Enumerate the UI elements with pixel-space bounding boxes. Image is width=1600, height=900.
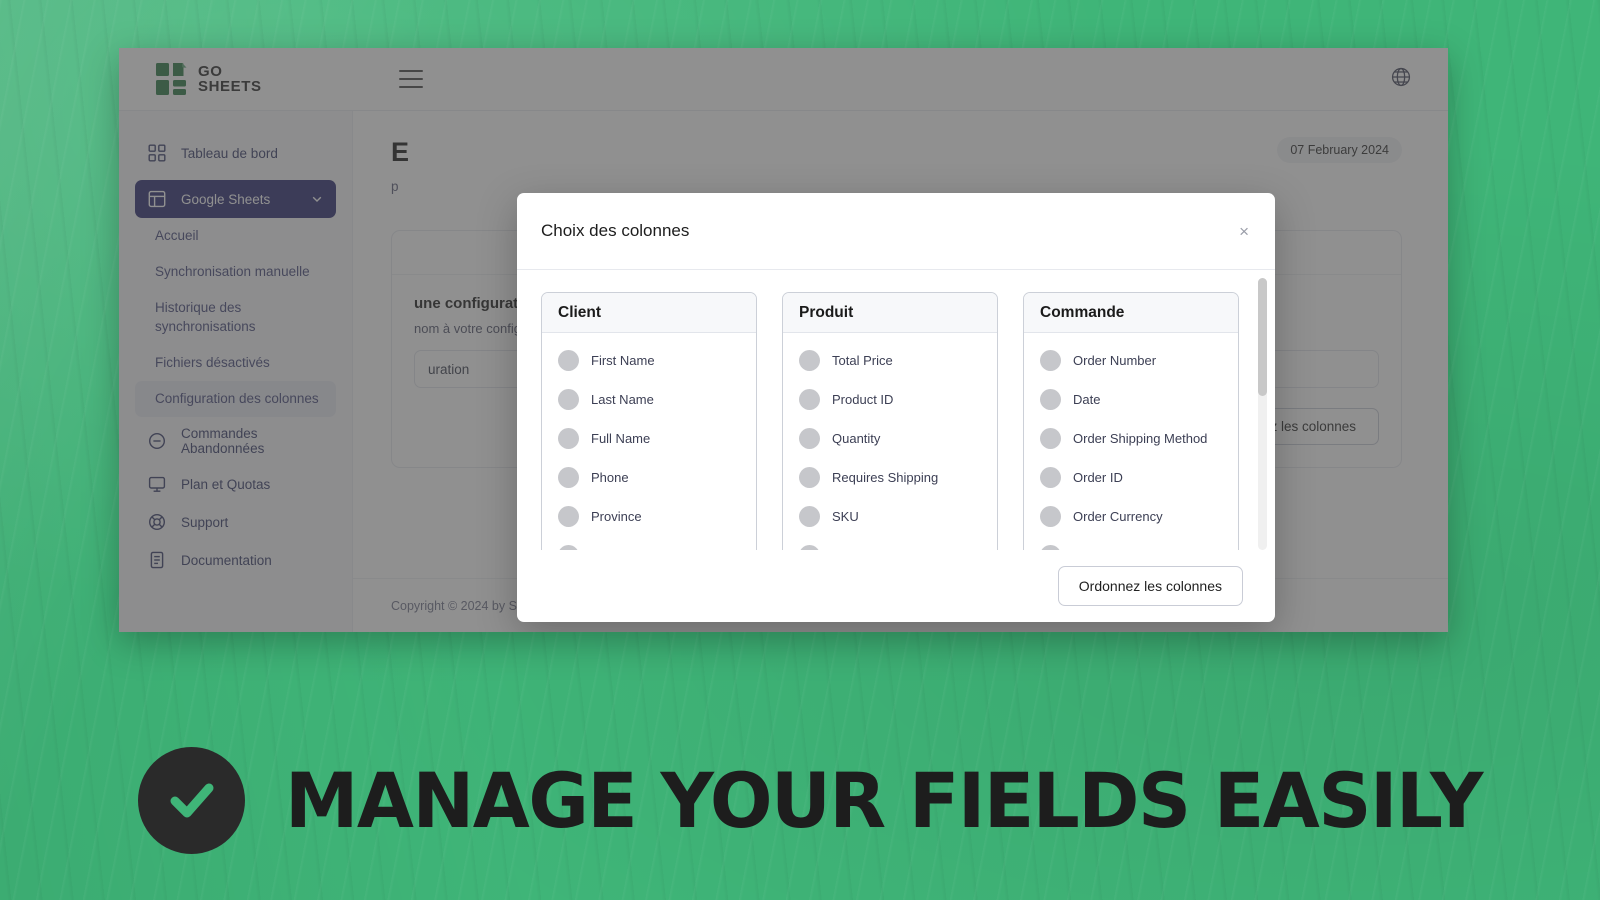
app-window: GO SHEETS Tableau de	[119, 48, 1448, 632]
field-label: Order Currency	[1073, 509, 1163, 524]
field-label: Total Price	[832, 353, 893, 368]
modal-header: Choix des colonnes ×	[517, 193, 1275, 270]
field-row[interactable]: Order Number	[1024, 341, 1238, 380]
field-toggle-icon[interactable]	[558, 467, 579, 488]
field-row[interactable]: Date	[1024, 380, 1238, 419]
column-group-title: Produit	[783, 293, 997, 333]
field-label: Quantity	[832, 431, 881, 446]
field-row[interactable]: First Name	[542, 341, 756, 380]
field-row[interactable]: Title (Product)	[783, 536, 997, 550]
field-row[interactable]: Order Currency	[1024, 497, 1238, 536]
field-label: First Name	[591, 353, 655, 368]
order-columns-button[interactable]: Ordonnez les colonnes	[1057, 566, 1243, 606]
field-toggle-icon[interactable]	[1040, 428, 1061, 449]
field-label: Requires Shipping	[832, 470, 939, 485]
field-label: Order ID	[1073, 470, 1123, 485]
field-label: Full Name	[591, 431, 651, 446]
field-toggle-icon[interactable]	[558, 545, 579, 550]
field-label: Province Code	[591, 548, 676, 550]
field-toggle-icon[interactable]	[558, 389, 579, 410]
field-toggle-icon[interactable]	[1040, 545, 1061, 550]
field-row[interactable]: SKU	[783, 497, 997, 536]
field-toggle-icon[interactable]	[799, 506, 820, 527]
field-row[interactable]: Phone	[542, 458, 756, 497]
modal-footer: Ordonnez les colonnes	[517, 550, 1275, 622]
field-toggle-icon[interactable]	[558, 350, 579, 371]
field-row[interactable]: Full Name	[542, 419, 756, 458]
field-toggle-icon[interactable]	[1040, 506, 1061, 527]
field-toggle-icon[interactable]	[799, 467, 820, 488]
field-row[interactable]: Requires Shipping	[783, 458, 997, 497]
column-group-fields: First Name Last Name Full Name Phone Pro…	[542, 333, 756, 550]
close-icon[interactable]: ×	[1237, 219, 1251, 244]
field-toggle-icon[interactable]	[1040, 389, 1061, 410]
field-toggle-icon[interactable]	[799, 428, 820, 449]
field-toggle-icon[interactable]	[1040, 350, 1061, 371]
column-group-client: Client First Name Last Name Full Name Ph…	[541, 292, 757, 550]
field-label: SKU	[832, 509, 859, 524]
field-row[interactable]: Order ID	[1024, 458, 1238, 497]
checkmark-glyph	[170, 783, 213, 818]
column-group-commande: Commande Order Number Date Order Shippin…	[1023, 292, 1239, 550]
columns-container: Client First Name Last Name Full Name Ph…	[541, 292, 1253, 550]
field-label: Order Shipping Method	[1073, 431, 1208, 446]
field-label: Total Item Price	[1073, 548, 1163, 550]
field-row[interactable]: Province Code	[542, 536, 756, 550]
field-row[interactable]: Quantity	[783, 419, 997, 458]
field-label: Phone	[591, 470, 629, 485]
field-label: Last Name	[591, 392, 654, 407]
check-circle-icon	[138, 746, 245, 854]
field-row[interactable]: Order Shipping Method	[1024, 419, 1238, 458]
field-toggle-icon[interactable]	[1040, 467, 1061, 488]
field-toggle-icon[interactable]	[799, 545, 820, 550]
modal-title: Choix des colonnes	[541, 221, 690, 240]
field-toggle-icon[interactable]	[799, 389, 820, 410]
modal-body: Client First Name Last Name Full Name Ph…	[517, 270, 1275, 550]
field-label: Product ID	[832, 392, 894, 407]
column-group-fields: Total Price Product ID Quantity Requires…	[783, 333, 997, 550]
field-label: Order Number	[1073, 353, 1157, 368]
column-group-title: Client	[542, 293, 756, 333]
field-label: Date	[1073, 392, 1101, 407]
choix-des-colonnes-modal: Choix des colonnes × Client First Name L…	[517, 193, 1275, 622]
field-toggle-icon[interactable]	[558, 506, 579, 527]
field-toggle-icon[interactable]	[558, 428, 579, 449]
field-label: Title (Product)	[832, 548, 913, 550]
promo-banner: MANAGE YOUR FIELDS EASILY	[0, 700, 1600, 900]
field-toggle-icon[interactable]	[799, 350, 820, 371]
banner-headline: MANAGE YOUR FIELDS EASILY	[285, 755, 1483, 845]
field-row[interactable]: Total Price	[783, 341, 997, 380]
column-group-title: Commande	[1024, 293, 1238, 333]
column-group-produit: Produit Total Price Product ID Quantity …	[782, 292, 998, 550]
field-row[interactable]: Last Name	[542, 380, 756, 419]
column-group-fields: Order Number Date Order Shipping Method	[1024, 333, 1238, 550]
field-row[interactable]: Province	[542, 497, 756, 536]
modal-scrollbar-thumb[interactable]	[1258, 278, 1267, 396]
field-label: Province	[591, 509, 642, 524]
field-row[interactable]: Product ID	[783, 380, 997, 419]
modal-scrollbar-track[interactable]	[1258, 278, 1267, 550]
field-row[interactable]: Total Item Price	[1024, 536, 1238, 550]
